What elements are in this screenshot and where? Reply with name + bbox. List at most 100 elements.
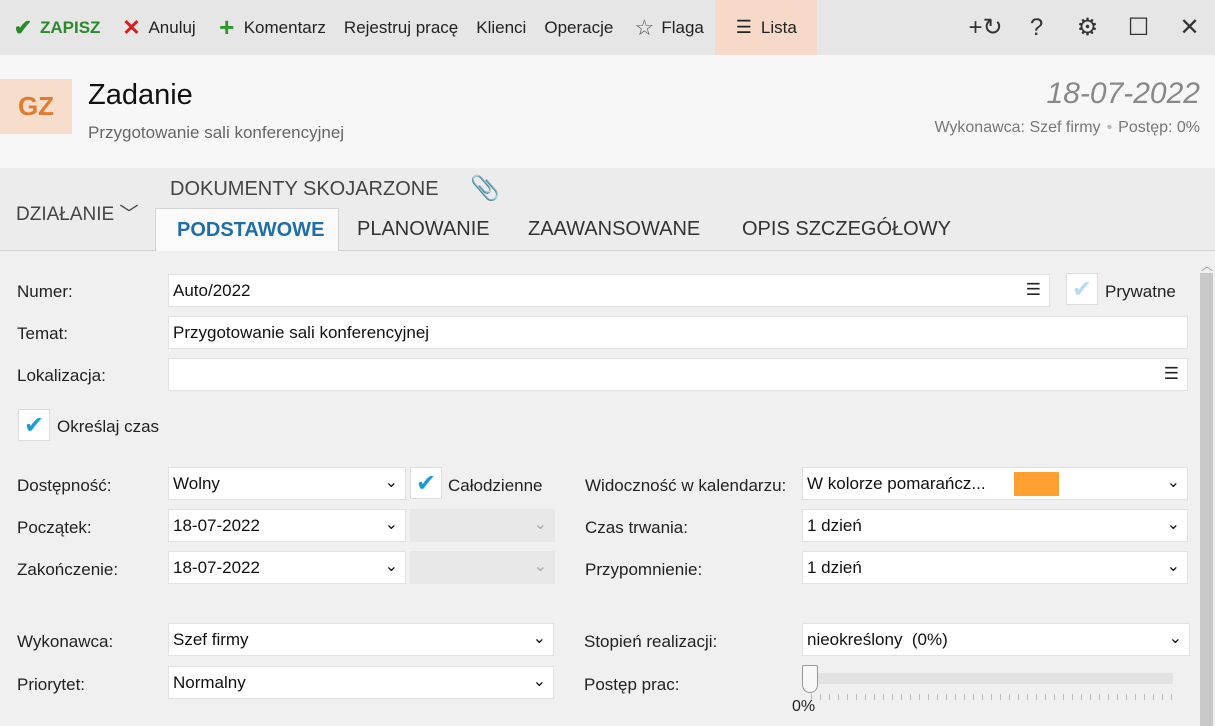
clients-label: Klienci	[476, 17, 527, 37]
subject-value: Przygotowanie sali konferencyjnej	[173, 322, 430, 342]
private-checkbox[interactable]: ✔	[1066, 273, 1098, 305]
action-label: DZIAŁANIE	[16, 204, 115, 225]
color-swatch	[1014, 472, 1059, 496]
header-date: 18-07-2022	[1046, 77, 1200, 110]
list-menu-icon[interactable]: ☰	[1026, 280, 1041, 300]
star-icon: ☆	[634, 14, 655, 40]
list-label: Lista	[760, 17, 797, 37]
plus-icon: +	[219, 12, 235, 42]
assignee-select[interactable]: Szef firmy ⌄	[168, 623, 554, 656]
chevron-down-icon: ⌄	[532, 673, 546, 690]
header-progress: Postęp: 0%	[1118, 119, 1200, 136]
operations-button[interactable]: Operacje	[535, 0, 622, 55]
close-icon[interactable]: ✕	[1164, 0, 1215, 55]
list-button[interactable]: ☰ Lista	[714, 0, 817, 55]
duration-select[interactable]: 1 dzień ⌄	[802, 509, 1188, 542]
flag-button[interactable]: ☆ Flaga	[622, 0, 713, 55]
number-input[interactable]: Auto/2022 ☰	[168, 274, 1050, 307]
start-time-select: ⌄	[410, 509, 555, 542]
operations-label: Operacje	[544, 17, 614, 37]
chevron-down-icon: ⌄	[1166, 516, 1180, 533]
reminder-label: Przypomnienie:	[585, 560, 703, 579]
assignee-label: Wykonawca:	[17, 632, 114, 651]
end-time-select: ⌄	[410, 551, 555, 584]
number-value: Auto/2022	[173, 280, 251, 300]
all-day-label: Całodzienne	[448, 476, 543, 495]
chevron-down-icon: ⌄	[533, 558, 547, 575]
chevron-down-icon: ⌄	[1168, 630, 1182, 647]
help-icon[interactable]: ?	[1011, 0, 1062, 55]
gear-icon[interactable]: ⚙	[1062, 0, 1113, 55]
progress-slider-track[interactable]	[805, 673, 1173, 684]
reminder-select[interactable]: 1 dzień ⌄	[802, 551, 1188, 584]
location-label: Lokalizacja:	[17, 366, 106, 385]
priority-value: Normalny	[173, 672, 246, 692]
record-badge: GZ	[0, 79, 72, 134]
cancel-button[interactable]: ✕ Anuluj	[109, 0, 204, 55]
private-label: Prywatne	[1105, 282, 1176, 301]
start-date-value: 18-07-2022	[173, 515, 260, 535]
end-date-picker[interactable]: 18-07-2022 ⌄	[168, 551, 406, 584]
chevron-down-icon: ⌄	[384, 558, 398, 575]
chevron-down-icon: ⌄	[1166, 474, 1180, 491]
scroll-up-icon[interactable]: ︿	[1201, 257, 1213, 274]
progress-slider-value: 0%	[792, 698, 816, 715]
start-date-picker[interactable]: 18-07-2022 ⌄	[168, 509, 406, 542]
location-input[interactable]: ☰	[168, 358, 1188, 391]
availability-select[interactable]: Wolny ⌄	[168, 467, 406, 500]
chevron-down-icon: ﹀	[119, 204, 139, 225]
tab-bar: DZIAŁANIE ﹀ DOKUMENTY SKOJARZONE 📎 PODST…	[0, 168, 1215, 252]
register-work-label: Rejestruj pracę	[343, 17, 459, 37]
tab-podstawowe[interactable]: PODSTAWOWE	[155, 208, 340, 252]
progress-slider-handle[interactable]	[802, 665, 818, 693]
subject-label: Temat:	[17, 324, 69, 343]
end-date-value: 18-07-2022	[173, 557, 260, 577]
priority-label: Priorytet:	[17, 675, 86, 694]
chevron-down-icon: ⌄	[384, 516, 398, 533]
save-button[interactable]: ✔ ZAPISZ	[0, 0, 109, 55]
duration-value: 1 dzień	[807, 515, 862, 535]
toolbar: ✔ ZAPISZ ✕ Anuluj + Komentarz Rejestruj …	[0, 0, 1215, 55]
clients-button[interactable]: Klienci	[467, 0, 535, 55]
calendar-visibility-label: Widoczność w kalendarzu:	[585, 476, 787, 495]
all-day-checkbox[interactable]: ✔	[410, 467, 442, 499]
cancel-label: Anuluj	[148, 17, 196, 37]
flag-label: Flaga	[661, 17, 704, 37]
priority-select[interactable]: Normalny ⌄	[168, 666, 554, 699]
subject-input[interactable]: Przygotowanie sali konferencyjnej	[168, 316, 1188, 349]
page-subtitle: Przygotowanie sali konferencyjnej	[88, 123, 345, 142]
start-label: Początek:	[17, 518, 92, 537]
close-x-icon: ✕	[122, 14, 141, 40]
register-work-button[interactable]: Rejestruj pracę	[335, 0, 467, 55]
work-progress-label: Postęp prac:	[584, 675, 680, 694]
paperclip-icon[interactable]: 📎	[470, 174, 500, 203]
end-label: Zakończenie:	[17, 560, 119, 579]
calendar-visibility-select[interactable]: W kolorze pomarańcz... ⌄	[802, 467, 1188, 500]
header-assignee: Wykonawca: Szef firmy	[934, 119, 1101, 136]
vertical-scrollbar[interactable]: ︿	[1198, 251, 1215, 726]
action-dropdown[interactable]: DZIAŁANIE ﹀	[16, 199, 139, 226]
tab-zaawansowane[interactable]: ZAAWANSOWANE	[528, 208, 700, 251]
list-menu-icon[interactable]: ☰	[1164, 364, 1179, 384]
scrollbar-thumb[interactable]	[1200, 273, 1213, 726]
comment-label: Komentarz	[243, 17, 326, 37]
checkmark-icon: ✔	[13, 14, 33, 40]
hamburger-icon: ☰	[735, 17, 752, 37]
completion-value: nieokreślony (0%)	[807, 629, 948, 649]
specify-time-checkbox[interactable]: ✔	[18, 409, 50, 441]
tab-planowanie[interactable]: PLANOWANIE	[357, 208, 490, 251]
maximize-icon[interactable]: ☐	[1113, 0, 1164, 55]
add-related-icon[interactable]: +↻	[960, 0, 1011, 55]
separator-dot: •	[1106, 119, 1113, 136]
save-label: ZAPISZ	[40, 17, 101, 37]
assignee-value: Szef firmy	[173, 629, 249, 649]
linked-documents-link[interactable]: DOKUMENTY SKOJARZONE	[170, 178, 439, 201]
duration-label: Czas trwania:	[585, 518, 688, 537]
completion-select[interactable]: nieokreślony (0%) ⌄	[802, 623, 1190, 656]
availability-label: Dostępność:	[17, 476, 112, 495]
reminder-value: 1 dzień	[807, 557, 862, 577]
availability-value: Wolny	[173, 473, 220, 493]
comment-button[interactable]: + Komentarz	[205, 0, 335, 55]
page-title: Zadanie	[88, 79, 193, 111]
tab-opis-szczegolowy[interactable]: OPIS SZCZEGÓŁOWY	[742, 208, 951, 251]
